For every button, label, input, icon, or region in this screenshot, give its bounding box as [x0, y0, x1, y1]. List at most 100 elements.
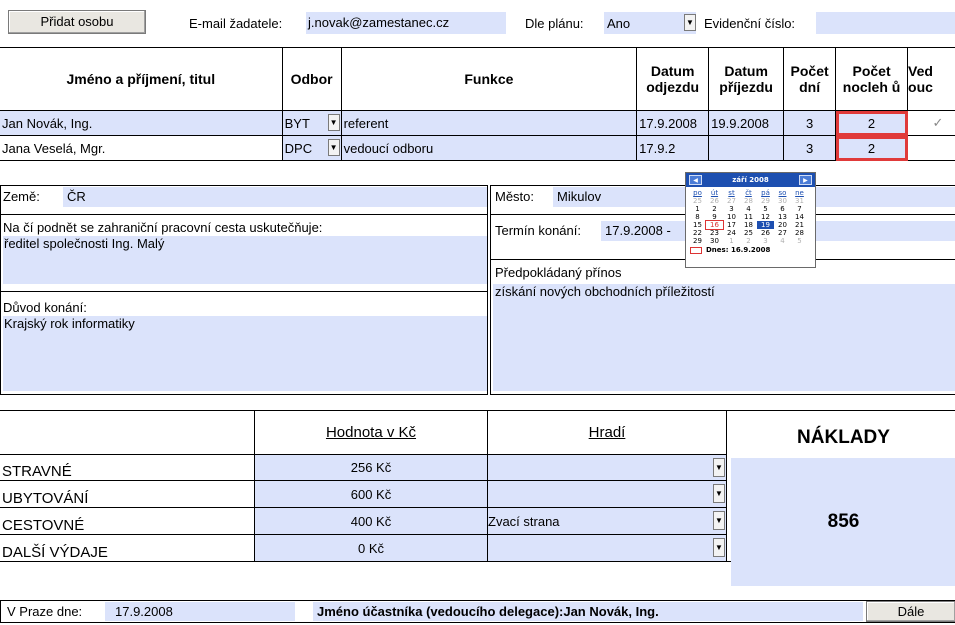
costs-payer-header: Hradí — [487, 410, 727, 455]
calendar-day[interactable]: 3 — [757, 237, 774, 245]
calendar-day[interactable]: 24 — [723, 229, 740, 237]
benefit-field[interactable]: získání nových obchodních příležitostí — [493, 284, 955, 391]
initiator-label: Na čí podnět se zahraniční pracovní cest… — [3, 220, 323, 235]
calendar-day[interactable]: 4 — [740, 205, 757, 213]
person-role-cell[interactable]: referent — [340, 110, 638, 136]
calendar-day[interactable]: 26 — [757, 229, 774, 237]
calendar-day[interactable]: 28 — [791, 229, 808, 237]
calendar-day[interactable]: 21 — [791, 221, 808, 229]
calendar-day[interactable]: 26 — [706, 197, 723, 205]
person-dept-select[interactable]: DPC ▼ — [281, 135, 342, 161]
calendar-day[interactable]: 22 — [689, 229, 706, 237]
calendar-day[interactable]: 2 — [740, 237, 757, 245]
calendar-day[interactable]: 2 — [706, 205, 723, 213]
record-number-field[interactable] — [816, 12, 955, 34]
calendar-day[interactable]: 10 — [723, 213, 740, 221]
col-nights-header: Počet nocleh ů — [835, 47, 909, 111]
col-days-header-line1: Počet — [790, 63, 829, 79]
table-row: Jan Novák, Ing. BYT ▼ referent 17.9.2008 … — [0, 110, 955, 136]
col-days-header: Počet dní — [783, 47, 837, 111]
calendar-day[interactable]: 30 — [706, 237, 723, 245]
costs-total-field: 856 — [731, 458, 955, 586]
cost-value-field[interactable]: 256 Kč — [254, 454, 488, 481]
calendar-header: ◀ září 2008 ▶ — [686, 173, 815, 187]
person-name-cell[interactable]: Jana Veselá, Mgr. — [0, 135, 283, 161]
calendar-day[interactable]: 12 — [757, 213, 774, 221]
calendar-day[interactable]: 7 — [791, 205, 808, 213]
calendar-day[interactable]: 1 — [723, 237, 740, 245]
calendar-day[interactable]: 15 — [689, 221, 706, 229]
calendar-day[interactable]: 17 — [723, 221, 740, 229]
calendar-day[interactable]: 16 — [705, 220, 724, 230]
add-person-button[interactable]: Přidat osobu — [8, 10, 146, 34]
calendar-day[interactable]: 20 — [774, 221, 791, 229]
calendar-day[interactable]: 1 — [689, 205, 706, 213]
calendar-day[interactable]: 25 — [740, 229, 757, 237]
person-dept-select[interactable]: BYT ▼ — [281, 110, 342, 136]
calendar-day[interactable]: 6 — [774, 205, 791, 213]
date-field[interactable]: 17.9.2008 — [105, 602, 295, 621]
calendar-day[interactable]: 23 — [706, 229, 723, 237]
calendar-today[interactable]: Dnes: 16.9.2008 — [686, 245, 815, 255]
calendar-day[interactable]: 14 — [791, 213, 808, 221]
calendar-day[interactable]: 9 — [706, 213, 723, 221]
cost-label: DALŠÍ VÝDAJE — [0, 534, 255, 562]
email-field[interactable]: j.novak@zamestanec.cz — [306, 12, 506, 34]
person-depart-cell[interactable]: 17.9.2 — [636, 135, 710, 161]
cost-payer-select[interactable]: ▼ — [487, 534, 727, 562]
plan-dropdown-arrow-icon[interactable]: ▼ — [684, 14, 696, 31]
calendar-day[interactable]: 29 — [757, 197, 774, 205]
person-arrive-cell[interactable] — [708, 135, 785, 161]
cost-payer-select[interactable]: Zvací strana ▼ — [487, 507, 727, 535]
calendar-day[interactable]: 27 — [723, 197, 740, 205]
today-marker-icon — [690, 246, 702, 254]
person-name-cell[interactable]: Jan Novák, Ing. — [0, 110, 283, 136]
person-nights-cell[interactable]: 2 — [835, 135, 909, 161]
payer-dropdown-arrow-icon[interactable]: ▼ — [713, 511, 725, 530]
calendar-day[interactable]: 30 — [774, 197, 791, 205]
calendar-day[interactable]: 5 — [757, 205, 774, 213]
calendar-day[interactable]: 25 — [689, 197, 706, 205]
payer-dropdown-arrow-icon[interactable]: ▼ — [713, 458, 725, 477]
calendar-day[interactable]: 13 — [774, 213, 791, 221]
payer-dropdown-arrow-icon[interactable]: ▼ — [713, 538, 725, 557]
calendar-day[interactable]: 4 — [774, 237, 791, 245]
payer-dropdown-arrow-icon[interactable]: ▼ — [713, 484, 725, 503]
calendar-day[interactable]: 11 — [740, 213, 757, 221]
calendar-day[interactable]: 27 — [774, 229, 791, 237]
cost-payer-value: Zvací strana — [488, 513, 560, 529]
dept-dropdown-arrow-icon[interactable]: ▼ — [327, 139, 340, 156]
person-depart-cell[interactable]: 17.9.2008 — [636, 110, 710, 136]
person-leader-checkbox[interactable]: ✓ — [907, 110, 955, 136]
person-nights-cell[interactable]: 2 — [835, 110, 909, 136]
calendar-day[interactable]: 5 — [791, 237, 808, 245]
cost-value-field[interactable]: 0 Kč — [254, 534, 488, 562]
cost-payer-select[interactable]: ▼ — [487, 454, 727, 481]
col-arrive-header: Datum příjezdu — [708, 47, 785, 111]
next-button[interactable]: Dále — [866, 601, 955, 622]
calendar-day[interactable]: 18 — [740, 221, 757, 229]
cost-value-field[interactable]: 600 Kč — [254, 480, 488, 508]
initiator-field[interactable]: ředitel společnosti Ing. Malý — [3, 236, 487, 284]
person-role-cell[interactable]: vedoucí odboru — [340, 135, 638, 161]
dept-dropdown-arrow-icon[interactable]: ▼ — [327, 114, 340, 131]
calendar-day[interactable]: 28 — [740, 197, 757, 205]
costs-value-header-label: Hodnota v Kč — [325, 424, 417, 441]
col-role-header: Funkce — [340, 47, 638, 111]
cost-value-field[interactable]: 400 Kč — [254, 507, 488, 535]
calendar-day[interactable]: 3 — [723, 205, 740, 213]
plan-select[interactable]: Ano ▼ — [604, 12, 696, 34]
next-month-icon[interactable]: ▶ — [798, 175, 812, 185]
country-field[interactable]: ČR — [63, 187, 487, 207]
person-leader-checkbox[interactable] — [907, 135, 955, 161]
calendar-day[interactable]: 8 — [689, 213, 706, 221]
person-arrive-cell[interactable]: 19.9.2008 — [708, 110, 785, 136]
cost-payer-select[interactable]: ▼ — [487, 480, 727, 508]
calendar-day[interactable]: 31 — [791, 197, 808, 205]
date-picker-popup[interactable]: ◀ září 2008 ▶ po út st čt pá so ne 25 26 27 28 29 30… — [685, 172, 816, 268]
calendar-day[interactable]: 19 — [757, 221, 774, 229]
calendar-day[interactable]: 29 — [689, 237, 706, 245]
reason-field[interactable]: Krajský rok informatiky — [3, 316, 487, 391]
costs-total-value: 856 — [827, 511, 860, 532]
prev-month-icon[interactable]: ◀ — [689, 175, 702, 185]
